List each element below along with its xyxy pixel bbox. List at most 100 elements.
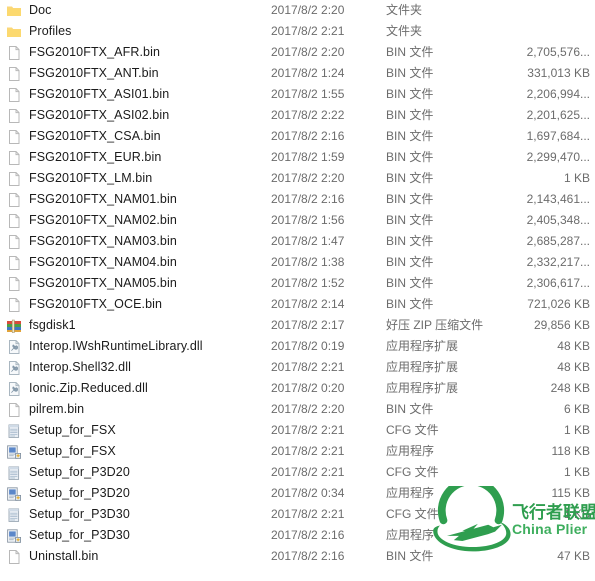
blank-file-icon	[6, 276, 22, 292]
file-type-cell: BIN 文件	[386, 402, 434, 416]
file-name-cell[interactable]: FSG2010FTX_NAM02.bin	[6, 210, 177, 231]
file-name-cell[interactable]: FSG2010FTX_NAM01.bin	[6, 189, 177, 210]
table-row[interactable]: FSG2010FTX_NAM05.bin 2017/8/2 1:52 BIN 文件 2…	[0, 273, 595, 294]
table-row[interactable]: Setup_for_FSX 2017/8/2 2:21 应用程序 118 KB	[0, 441, 595, 462]
file-date-cell: 2017/8/2 0:34	[271, 486, 345, 500]
file-type-cell: 应用程序	[386, 528, 435, 542]
file-name-cell[interactable]: Ionic.Zip.Reduced.dll	[6, 378, 148, 399]
table-row[interactable]: FSG2010FTX_EUR.bin 2017/8/2 1:59 BIN 文件 2,2…	[0, 147, 595, 168]
file-name-cell[interactable]: FSG2010FTX_LM.bin	[6, 168, 152, 189]
file-date-cell: 2017/8/2 1:56	[271, 213, 345, 227]
table-row[interactable]: fsgdisk1 2017/8/2 2:17 好压 ZIP 压缩文件 29,856 K…	[0, 315, 595, 336]
dll-file-icon	[6, 381, 22, 397]
file-name-cell[interactable]: Doc	[6, 0, 52, 21]
file-name-cell[interactable]: Interop.IWshRuntimeLibrary.dll	[6, 336, 203, 357]
file-name-cell[interactable]: FSG2010FTX_NAM05.bin	[6, 273, 177, 294]
file-name-cell[interactable]: Setup_for_P3D20	[6, 483, 130, 504]
file-date-cell: 2017/8/2 2:21	[271, 24, 345, 38]
file-type-cell: BIN 文件	[386, 45, 434, 59]
file-name-cell[interactable]: Interop.Shell32.dll	[6, 357, 131, 378]
file-size-cell: 2,206,994...	[526, 87, 590, 101]
file-type-cell: BIN 文件	[386, 129, 434, 143]
file-type-cell: BIN 文件	[386, 66, 434, 80]
file-type-cell: 应用程序	[386, 444, 435, 458]
table-row[interactable]: Setup_for_P3D30 2017/8/2 2:21 CFG 文件 1 KB	[0, 504, 595, 525]
file-type-cell: BIN 文件	[386, 255, 434, 269]
table-row[interactable]: FSG2010FTX_NAM03.bin 2017/8/2 1:47 BIN 文件 2…	[0, 231, 595, 252]
file-name-label: FSG2010FTX_EUR.bin	[29, 150, 162, 164]
file-name-label: FSG2010FTX_NAM04.bin	[29, 255, 177, 269]
table-row[interactable]: Setup_for_P3D30 2017/8/2 2:16 应用程序	[0, 525, 595, 546]
file-name-label: Setup_for_P3D30	[29, 507, 130, 521]
file-size-cell: 721,026 KB	[527, 297, 590, 311]
table-row[interactable]: FSG2010FTX_ASI02.bin 2017/8/2 2:22 BIN 文件 2…	[0, 105, 595, 126]
file-name-cell[interactable]: FSG2010FTX_NAM03.bin	[6, 231, 177, 252]
file-name-cell[interactable]: Setup_for_P3D30	[6, 525, 130, 546]
file-date-cell: 2017/8/2 0:19	[271, 339, 345, 353]
cfg-file-icon	[6, 423, 22, 439]
table-row[interactable]: FSG2010FTX_AFR.bin 2017/8/2 2:20 BIN 文件 2,7…	[0, 42, 595, 63]
file-name-cell[interactable]: fsgdisk1	[6, 315, 76, 336]
file-name-label: Setup_for_P3D20	[29, 465, 130, 479]
table-row[interactable]: FSG2010FTX_ASI01.bin 2017/8/2 1:55 BIN 文件 2…	[0, 84, 595, 105]
table-row[interactable]: Setup_for_P3D20 2017/8/2 0:34 应用程序 115 KB	[0, 483, 595, 504]
table-row[interactable]: Uninstall.bin 2017/8/2 2:16 BIN 文件 47 KB	[0, 546, 595, 567]
file-date-cell: 2017/8/2 2:21	[271, 465, 345, 479]
file-name-cell[interactable]: Setup_for_FSX	[6, 441, 116, 462]
table-row[interactable]: pilrem.bin 2017/8/2 2:20 BIN 文件 6 KB	[0, 399, 595, 420]
file-date-cell: 2017/8/2 2:14	[271, 297, 345, 311]
file-type-cell: CFG 文件	[386, 465, 439, 479]
file-name-label: Ionic.Zip.Reduced.dll	[29, 381, 148, 395]
folder-icon	[6, 3, 22, 19]
table-row[interactable]: Interop.Shell32.dll 2017/8/2 2:21 应用程序扩展 48…	[0, 357, 595, 378]
file-size-cell: 6 KB	[563, 402, 590, 416]
table-row[interactable]: Ionic.Zip.Reduced.dll 2017/8/2 0:20 应用程序扩展…	[0, 378, 595, 399]
table-row[interactable]: FSG2010FTX_ANT.bin 2017/8/2 1:24 BIN 文件 331…	[0, 63, 595, 84]
file-name-cell[interactable]: FSG2010FTX_AFR.bin	[6, 42, 160, 63]
table-row[interactable]: Setup_for_P3D20 2017/8/2 2:21 CFG 文件 1 KB	[0, 462, 595, 483]
installer-icon	[6, 528, 22, 544]
file-type-cell: CFG 文件	[386, 507, 439, 521]
table-row[interactable]: Doc 2017/8/2 2:20 文件夹	[0, 0, 595, 21]
file-date-cell: 2017/8/2 2:20	[271, 3, 345, 17]
file-name-cell[interactable]: FSG2010FTX_CSA.bin	[6, 126, 161, 147]
table-row[interactable]: Interop.IWshRuntimeLibrary.dll 2017/8/2 0…	[0, 336, 595, 357]
file-date-cell: 2017/8/2 1:24	[271, 66, 345, 80]
file-size-cell: 115 KB	[551, 486, 590, 500]
table-row[interactable]: FSG2010FTX_OCE.bin 2017/8/2 2:14 BIN 文件 721…	[0, 294, 595, 315]
cfg-file-icon	[6, 465, 22, 481]
table-row[interactable]: FSG2010FTX_NAM04.bin 2017/8/2 1:38 BIN 文件 2…	[0, 252, 595, 273]
file-name-cell[interactable]: Setup_for_P3D30	[6, 504, 130, 525]
file-name-cell[interactable]: FSG2010FTX_EUR.bin	[6, 147, 161, 168]
table-row[interactable]: FSG2010FTX_LM.bin 2017/8/2 2:20 BIN 文件 1 KB	[0, 168, 595, 189]
file-name-cell[interactable]: FSG2010FTX_ASI01.bin	[6, 84, 169, 105]
table-row[interactable]: Setup_for_FSX 2017/8/2 2:21 CFG 文件 1 KB	[0, 420, 595, 441]
file-name-cell[interactable]: FSG2010FTX_NAM04.bin	[6, 252, 177, 273]
table-row[interactable]: Profiles 2017/8/2 2:21 文件夹	[0, 21, 595, 42]
file-name-label: Setup_for_FSX	[29, 423, 116, 437]
blank-file-icon	[6, 87, 22, 103]
file-name-cell[interactable]: FSG2010FTX_ANT.bin	[6, 63, 159, 84]
cfg-file-icon	[6, 507, 22, 523]
file-name-label: FSG2010FTX_NAM02.bin	[29, 213, 177, 227]
file-name-cell[interactable]: Uninstall.bin	[6, 546, 98, 567]
blank-file-icon	[6, 213, 22, 229]
file-name-label: FSG2010FTX_ASI01.bin	[29, 87, 170, 101]
file-list[interactable]: Doc 2017/8/2 2:20 文件夹 Profiles 2017/8/2 2:21…	[0, 0, 595, 567]
file-size-cell: 2,299,470...	[526, 150, 590, 164]
file-name-cell[interactable]: FSG2010FTX_OCE.bin	[6, 294, 162, 315]
file-name-cell[interactable]: pilrem.bin	[6, 399, 84, 420]
table-row[interactable]: FSG2010FTX_NAM02.bin 2017/8/2 1:56 BIN 文件 2…	[0, 210, 595, 231]
file-name-cell[interactable]: FSG2010FTX_ASI02.bin	[6, 105, 169, 126]
table-row[interactable]: FSG2010FTX_NAM01.bin 2017/8/2 2:16 BIN 文件 2…	[0, 189, 595, 210]
file-size-cell: 1 KB	[563, 423, 590, 437]
file-name-cell[interactable]: Profiles	[6, 21, 71, 42]
table-row[interactable]: FSG2010FTX_CSA.bin 2017/8/2 2:16 BIN 文件 1,6…	[0, 126, 595, 147]
file-type-cell: 应用程序扩展	[386, 360, 459, 374]
file-date-cell: 2017/8/2 2:21	[271, 360, 345, 374]
file-name-cell[interactable]: Setup_for_FSX	[6, 420, 116, 441]
file-name-cell[interactable]: Setup_for_P3D20	[6, 462, 130, 483]
blank-file-icon	[6, 234, 22, 250]
file-date-cell: 2017/8/2 0:20	[271, 381, 345, 395]
file-size-cell: 331,013 KB	[527, 66, 590, 80]
